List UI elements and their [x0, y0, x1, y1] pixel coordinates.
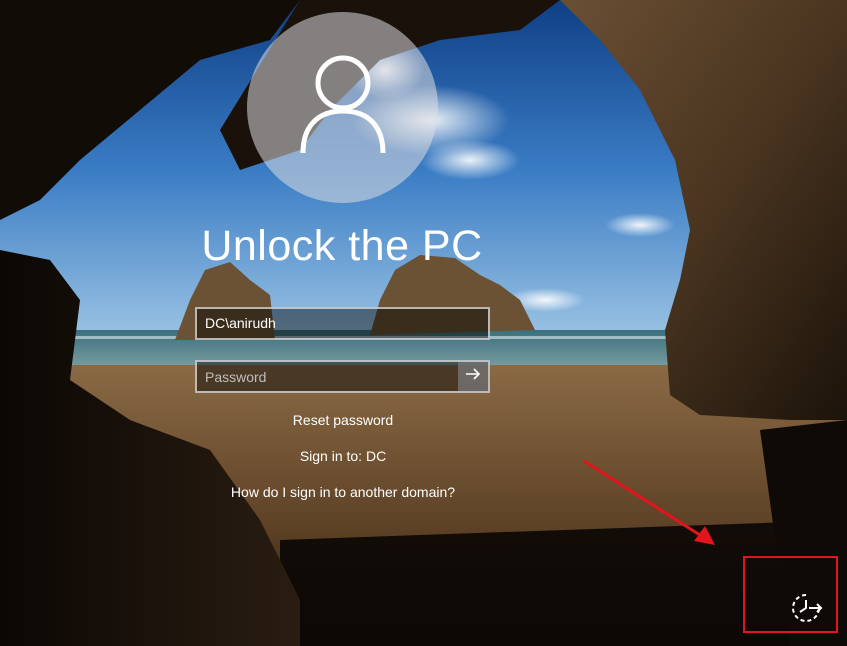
reset-password-link[interactable]: Reset password: [0, 412, 686, 428]
user-avatar: [247, 12, 438, 203]
page-title: Unlock the PC: [201, 222, 483, 270]
password-field[interactable]: [197, 362, 458, 391]
lock-screen: Unlock the PC DC\anirudh Reset password …: [0, 0, 847, 646]
ease-of-access-button[interactable]: [789, 591, 823, 625]
user-icon: [297, 53, 389, 162]
username-field[interactable]: DC\anirudh: [195, 307, 490, 340]
other-domain-link[interactable]: How do I sign in to another domain?: [0, 484, 686, 500]
ease-of-access-icon: [789, 594, 823, 629]
submit-button[interactable]: [458, 362, 488, 391]
arrow-right-icon: [464, 365, 482, 388]
sign-in-to-label: Sign in to: DC: [299, 448, 387, 464]
password-field-container: [195, 360, 490, 393]
